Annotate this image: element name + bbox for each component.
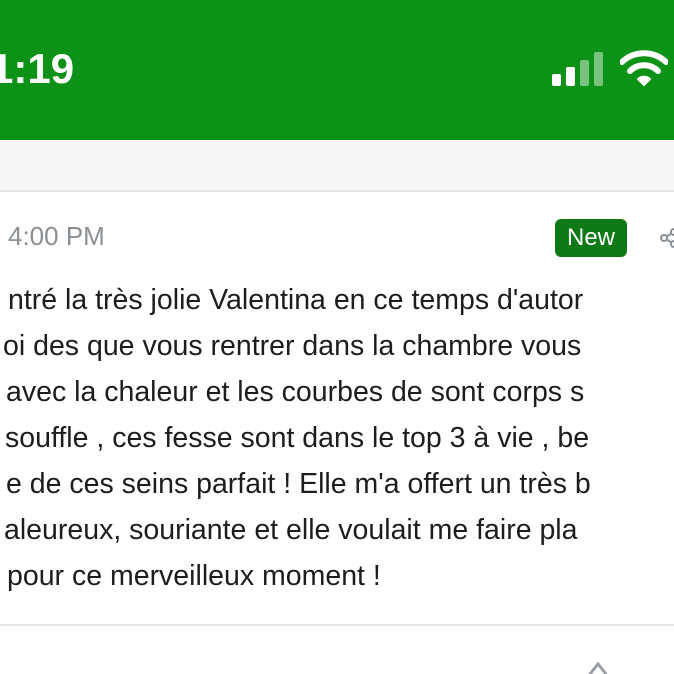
chevron-icon[interactable]: [586, 662, 610, 674]
header-subbar: [0, 140, 674, 192]
review-line: avec la chaleur et les courbes de sont c…: [6, 376, 585, 408]
review-body: ntré la très jolie Valentina en ce temps…: [0, 280, 674, 610]
review-line: souffle , ces fesse sont dans le top 3 à…: [5, 422, 590, 454]
new-badge: New: [555, 219, 627, 257]
divider: [0, 624, 674, 626]
status-time: 1:19: [0, 45, 75, 92]
review-timestamp: 4:00 PM: [8, 221, 105, 251]
cellular-signal-icon: [552, 52, 603, 86]
review-line: pour ce merveilleux moment !: [7, 560, 381, 592]
review-line: oi des que vous rentrer dans la chambre …: [3, 330, 582, 362]
review-line: aleureux, souriante et elle voulait me f…: [4, 514, 578, 546]
share-icon[interactable]: [660, 228, 674, 248]
wifi-icon: [620, 50, 668, 86]
review-line: ntré la très jolie Valentina en ce temps…: [8, 284, 584, 316]
review-line: e de ces seins parfait ! Elle m'a offert…: [6, 468, 591, 500]
status-bar: 1:19: [0, 0, 674, 140]
